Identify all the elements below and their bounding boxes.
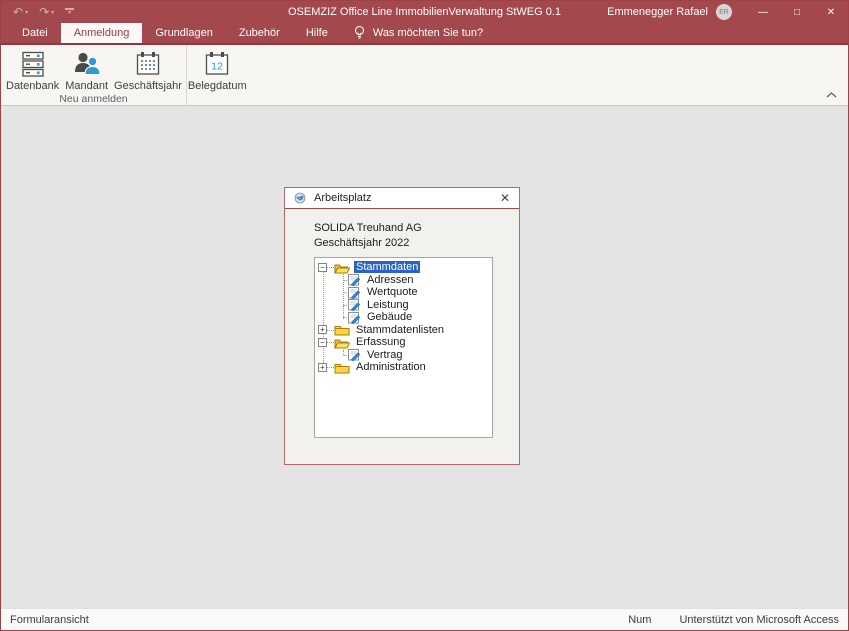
- tell-me-label: Was möchten Sie tun?: [373, 27, 483, 39]
- dialog-body: SOLIDA Treuhand AG Geschäftsjahr 2022 − S…: [285, 209, 519, 463]
- numlock-indicator: Num: [628, 614, 651, 626]
- tree-item-label[interactable]: Adressen: [365, 274, 415, 286]
- ribbon-tab-row: DateiAnmeldungGrundlagenZubehörHilfe Was…: [1, 23, 848, 43]
- form-icon: [348, 286, 361, 299]
- ribbon-button-label: Belegdatum: [188, 80, 247, 92]
- ribbon-buttons: DatenbankMandantGeschäftsjahr12Belegdatu…: [1, 45, 186, 93]
- lightbulb-icon: [353, 25, 366, 41]
- geschäftsjahr-button[interactable]: Geschäftsjahr: [111, 47, 185, 93]
- form-globe-icon: [294, 192, 306, 204]
- calendar-12-icon: 12: [202, 49, 232, 79]
- title-bar: ↶▾ ↷▾ ▾ OSEMZIZ Office Line ImmobilienVe…: [1, 1, 848, 23]
- tree-item-label[interactable]: Vertrag: [365, 349, 404, 361]
- tree: − StammdatenAdressenWertquoteLeistungGebä…: [315, 258, 492, 437]
- ribbon-group-neu-anmelden: DatenbankMandantGeschäftsjahr12Belegdatu…: [1, 45, 187, 105]
- tree-row-erfassung[interactable]: − Erfassung: [315, 336, 492, 349]
- maximize-button[interactable]: □: [780, 1, 814, 23]
- fiscal-year: Geschäftsjahr 2022: [314, 237, 409, 249]
- ribbon-button-label: Geschäftsjahr: [114, 80, 182, 92]
- app-window: ↶▾ ↷▾ ▾ OSEMZIZ Office Line ImmobilienVe…: [0, 0, 849, 631]
- tree-item-label[interactable]: Stammdatenlisten: [354, 324, 446, 336]
- expand-toggle-icon[interactable]: +: [318, 363, 327, 372]
- dialog-title: Arbeitsplatz: [314, 192, 371, 204]
- belegdatum-button[interactable]: 12 Belegdatum: [185, 47, 250, 93]
- company-name: SOLIDA Treuhand AG: [314, 222, 422, 234]
- collapse-toggle-icon[interactable]: −: [318, 338, 327, 347]
- form-canvas: Arbeitsplatz ✕ SOLIDA Treuhand AG Geschä…: [1, 106, 848, 608]
- chevron-up-icon: [826, 92, 837, 98]
- ribbon-tabs: DateiAnmeldungGrundlagenZubehörHilfe: [9, 23, 341, 43]
- signed-in-user[interactable]: Emmenegger Rafael: [607, 6, 708, 18]
- tree-row-stammdatenlisten[interactable]: + Stammdatenlisten: [315, 324, 492, 337]
- svg-text:12: 12: [211, 61, 223, 73]
- tree-item-label[interactable]: Stammdaten: [354, 261, 420, 273]
- form-icon: [348, 298, 361, 311]
- ribbon: Datenbank Mandant Geschäftsjahr 12 Belegdatu…: [1, 43, 848, 106]
- tree-item-label[interactable]: Wertquote: [365, 286, 420, 298]
- folder-closed-icon: [334, 323, 350, 336]
- tree-item-label[interactable]: Gebäude: [365, 311, 414, 323]
- mandant-button[interactable]: Mandant: [62, 47, 111, 93]
- tree-row-adressen[interactable]: Adressen: [315, 274, 492, 287]
- collapse-ribbon-button[interactable]: [824, 90, 838, 100]
- customize-qat-icon[interactable]: ▾: [65, 8, 74, 16]
- close-button[interactable]: ✕: [814, 1, 848, 23]
- users-icon: [72, 49, 102, 79]
- view-mode-label: Formularansicht: [10, 614, 89, 626]
- database-icon: [18, 49, 48, 79]
- undo-icon[interactable]: ↶▾: [13, 5, 28, 19]
- ribbon-button-label: Datenbank: [6, 80, 59, 92]
- user-avatar[interactable]: ER: [716, 4, 732, 20]
- folder-closed-icon: [334, 361, 350, 374]
- tree-row-administration[interactable]: + Administration: [315, 361, 492, 374]
- collapse-toggle-icon[interactable]: −: [318, 263, 327, 272]
- calendar-grid-icon: [133, 49, 163, 79]
- tree-item-label[interactable]: Erfassung: [354, 336, 408, 348]
- quick-access-toolbar: ↶▾ ↷▾ ▾: [13, 5, 74, 19]
- tab-zubehör[interactable]: Zubehör: [226, 23, 293, 43]
- dialog-title-bar[interactable]: Arbeitsplatz ✕: [285, 188, 519, 209]
- expand-toggle-icon[interactable]: +: [318, 325, 327, 334]
- tab-anmeldung[interactable]: Anmeldung: [61, 23, 143, 43]
- folder-open-icon: [334, 336, 350, 349]
- dialog-close-icon[interactable]: ✕: [500, 191, 510, 205]
- form-icon: [348, 311, 361, 324]
- tree-row-gebäude[interactable]: Gebäude: [315, 311, 492, 324]
- redo-icon[interactable]: ↷▾: [39, 5, 54, 19]
- tree-row-vertrag[interactable]: Vertrag: [315, 349, 492, 362]
- folder-open-icon: [334, 261, 350, 274]
- ribbon-button-label: Mandant: [65, 80, 108, 92]
- tree-item-label[interactable]: Administration: [354, 361, 428, 373]
- navigation-tree-box: − StammdatenAdressenWertquoteLeistungGebä…: [314, 257, 493, 438]
- powered-by-label: Unterstützt von Microsoft Access: [679, 614, 839, 626]
- form-icon: [348, 348, 361, 361]
- tree-item-label[interactable]: Leistung: [365, 299, 411, 311]
- tree-row-wertquote[interactable]: Wertquote: [315, 286, 492, 299]
- tree-row-leistung[interactable]: Leistung: [315, 299, 492, 312]
- minimize-button[interactable]: —: [746, 1, 780, 23]
- tab-grundlagen[interactable]: Grundlagen: [142, 23, 226, 43]
- arbeitsplatz-dialog: Arbeitsplatz ✕ SOLIDA Treuhand AG Geschä…: [284, 187, 520, 465]
- tree-row-stammdaten[interactable]: − Stammdaten: [315, 261, 492, 274]
- datenbank-button[interactable]: Datenbank: [3, 47, 62, 93]
- status-bar: Formularansicht Num Unterstützt von Micr…: [1, 608, 848, 630]
- tell-me-box[interactable]: Was möchten Sie tun?: [353, 23, 483, 43]
- form-icon: [348, 273, 361, 286]
- window-title: OSEMZIZ Office Line ImmobilienVerwaltung…: [288, 6, 561, 18]
- tab-hilfe[interactable]: Hilfe: [293, 23, 341, 43]
- tab-datei[interactable]: Datei: [9, 23, 61, 43]
